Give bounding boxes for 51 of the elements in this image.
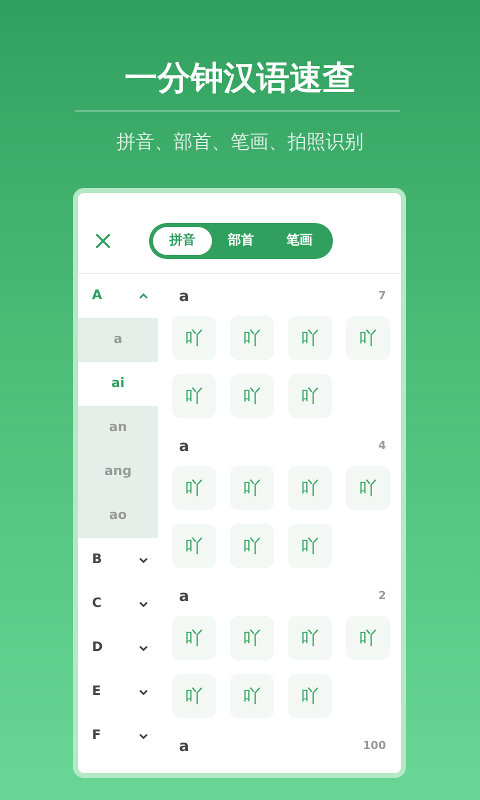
character-count: 2: [378, 588, 387, 604]
character-count: 4: [378, 438, 387, 454]
section-heading: a: [178, 286, 190, 307]
character-tile[interactable]: 吖: [230, 524, 274, 568]
character-tile[interactable]: 吖: [172, 374, 216, 418]
pinyin-item[interactable]: ang: [78, 450, 158, 494]
pinyin-item[interactable]: an: [78, 406, 158, 450]
letter-label[interactable]: C: [92, 594, 102, 614]
character-tile[interactable]: 吖: [288, 374, 332, 418]
character-tile[interactable]: 吖: [172, 316, 216, 360]
character-tile[interactable]: 吖: [230, 374, 274, 418]
mode-tab[interactable]: 笔画: [270, 227, 330, 255]
chevron-up-icon[interactable]: [139, 293, 148, 299]
mode-tab[interactable]: 拼音: [153, 227, 212, 255]
character-tile[interactable]: 吖: [346, 616, 390, 660]
chevron-down-icon[interactable]: [139, 601, 148, 607]
pinyin-item[interactable]: ao: [78, 494, 158, 538]
section-heading: a: [178, 436, 190, 457]
app-title: 一分钟汉语速查: [124, 57, 356, 99]
app-subtitle: 拼音、部首、笔画、拍照识别: [116, 130, 364, 155]
character-tile[interactable]: 吖: [288, 524, 332, 568]
character-tile[interactable]: 吖: [172, 466, 216, 510]
pinyin-item[interactable]: a: [78, 318, 158, 362]
character-tile[interactable]: 吖: [230, 674, 274, 718]
letter-label[interactable]: B: [92, 550, 102, 570]
character-tile[interactable]: 吖: [288, 316, 332, 360]
character-tile[interactable]: 吖: [230, 616, 274, 660]
letter-label[interactable]: A: [92, 286, 102, 306]
character-tile[interactable]: 吖: [346, 466, 390, 510]
chevron-down-icon[interactable]: [139, 557, 148, 563]
character-tile[interactable]: 吖: [346, 316, 390, 360]
chevron-down-icon[interactable]: [139, 689, 148, 695]
character-tile[interactable]: 吖: [230, 316, 274, 360]
close-icon[interactable]: [96, 234, 110, 248]
character-tile[interactable]: 吖: [230, 466, 274, 510]
chevron-down-icon[interactable]: [139, 645, 148, 651]
character-tile[interactable]: 吖: [172, 524, 216, 568]
mode-tab[interactable]: 部首: [212, 227, 270, 255]
character-count: 7: [378, 288, 387, 304]
character-tile[interactable]: 吖: [288, 674, 332, 718]
letter-label[interactable]: D: [92, 638, 103, 658]
letter-label[interactable]: E: [92, 682, 101, 702]
character-tile[interactable]: 吖: [172, 674, 216, 718]
character-count: 100: [363, 738, 387, 754]
section-heading: a: [178, 586, 190, 607]
character-tile[interactable]: 吖: [288, 616, 332, 660]
character-tile[interactable]: 吖: [172, 616, 216, 660]
character-tile[interactable]: 吖: [288, 466, 332, 510]
section-heading: a: [178, 736, 190, 757]
chevron-down-icon[interactable]: [139, 733, 148, 739]
letter-label[interactable]: F: [92, 726, 101, 746]
